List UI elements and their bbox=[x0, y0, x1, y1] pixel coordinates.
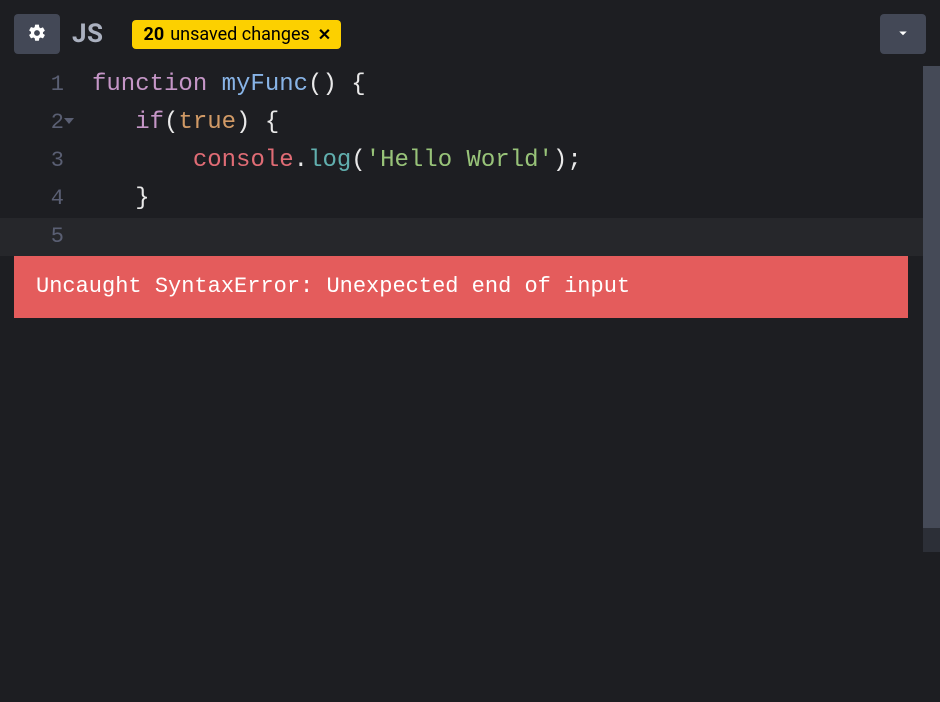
token bbox=[92, 147, 193, 174]
code-content[interactable]: } bbox=[72, 180, 150, 218]
code-content[interactable]: function myFunc() { bbox=[72, 66, 366, 104]
fold-icon[interactable] bbox=[64, 118, 74, 124]
code-line[interactable]: 4 } bbox=[0, 180, 940, 218]
token: console bbox=[193, 147, 294, 174]
editor-toolbar: JS 20 unsaved changes ✕ bbox=[0, 6, 940, 66]
error-banner: Uncaught SyntaxError: Unexpected end of … bbox=[14, 256, 908, 318]
code-line[interactable]: 1function myFunc() { bbox=[0, 66, 940, 104]
scrollbar-thumb[interactable] bbox=[923, 66, 940, 528]
chevron-down-icon bbox=[894, 24, 912, 45]
unsaved-label: unsaved changes bbox=[170, 24, 310, 45]
line-number: 5 bbox=[0, 218, 72, 256]
token bbox=[337, 71, 351, 98]
code-line[interactable]: 5 bbox=[0, 218, 940, 256]
token: if bbox=[135, 109, 164, 136]
code-line[interactable]: 2 if(true) { bbox=[0, 104, 940, 142]
token bbox=[207, 71, 221, 98]
token: } bbox=[135, 185, 149, 212]
editor-body[interactable]: 1function myFunc() {2 if(true) {3 consol… bbox=[0, 66, 940, 702]
code-line[interactable]: 3 console.log('Hello World'); bbox=[0, 142, 940, 180]
token: ; bbox=[567, 147, 581, 174]
token: { bbox=[351, 71, 365, 98]
token: log bbox=[308, 147, 351, 174]
close-icon[interactable]: ✕ bbox=[318, 25, 331, 44]
editor-panel: JS 20 unsaved changes ✕ 1function myFunc… bbox=[0, 0, 940, 702]
line-number: 2 bbox=[0, 104, 72, 142]
token: . bbox=[294, 147, 308, 174]
panel-menu-button[interactable] bbox=[880, 14, 926, 54]
unsaved-count: 20 bbox=[144, 24, 165, 45]
token bbox=[250, 109, 264, 136]
token: myFunc bbox=[222, 71, 308, 98]
token: () bbox=[308, 71, 337, 98]
token: { bbox=[265, 109, 279, 136]
line-number: 1 bbox=[0, 66, 72, 104]
token: 'Hello World' bbox=[366, 147, 553, 174]
scrollbar[interactable] bbox=[923, 66, 940, 552]
error-row: Uncaught SyntaxError: Unexpected end of … bbox=[0, 256, 940, 316]
line-number: 3 bbox=[0, 142, 72, 180]
token: function bbox=[92, 71, 207, 98]
token bbox=[92, 109, 135, 136]
token bbox=[92, 185, 135, 212]
line-number: 4 bbox=[0, 180, 72, 218]
unsaved-changes-badge[interactable]: 20 unsaved changes ✕ bbox=[132, 20, 342, 49]
code-content[interactable]: console.log('Hello World'); bbox=[72, 142, 582, 180]
token: true bbox=[178, 109, 236, 136]
token: ( bbox=[351, 147, 365, 174]
code-area[interactable]: 1function myFunc() {2 if(true) {3 consol… bbox=[0, 66, 940, 702]
language-label: JS bbox=[72, 19, 104, 49]
token: ) bbox=[236, 109, 250, 136]
code-content[interactable]: if(true) { bbox=[72, 104, 279, 142]
token: ) bbox=[553, 147, 567, 174]
settings-button[interactable] bbox=[14, 14, 60, 54]
gear-icon bbox=[27, 23, 47, 46]
token: ( bbox=[164, 109, 178, 136]
